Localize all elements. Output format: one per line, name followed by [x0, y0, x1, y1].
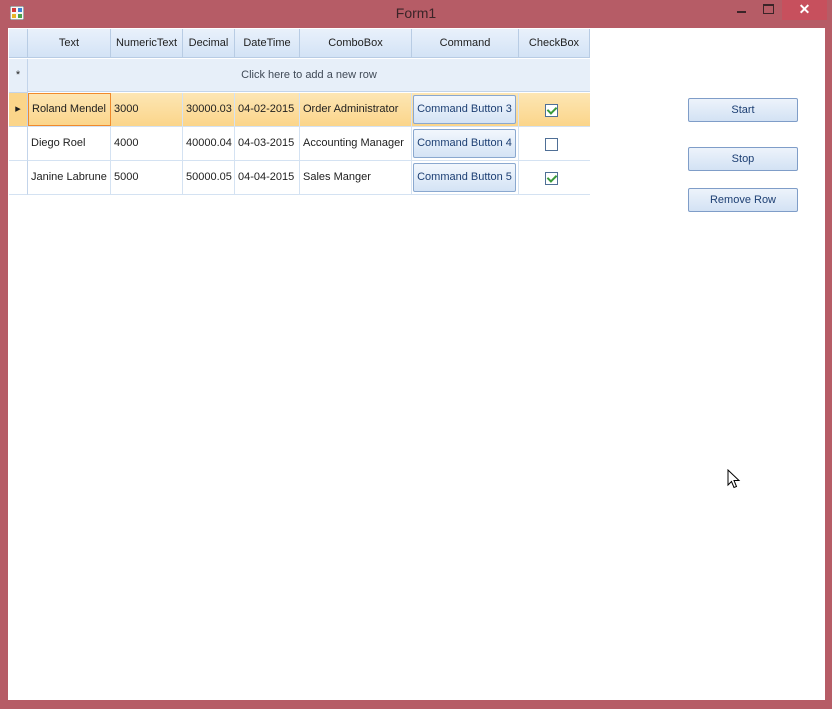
mouse-pointer-icon	[727, 469, 741, 489]
cell-numeric[interactable]: 5000	[111, 161, 183, 194]
column-header-checkbox[interactable]: CheckBox	[519, 29, 590, 58]
data-grid[interactable]: Text NumericText Decimal DateTime ComboB…	[9, 29, 590, 195]
close-button[interactable]: ✕	[782, 0, 827, 20]
cell-datetime[interactable]: 04-04-2015	[235, 161, 300, 194]
table-row[interactable]: Roland Mendel 3000 30000.03 04-02-2015 O…	[28, 93, 590, 127]
command-button[interactable]: Command Button 4	[413, 129, 516, 158]
close-icon: ✕	[798, 1, 811, 17]
current-row-indicator[interactable]: ▸	[9, 93, 28, 127]
cell-text[interactable]: Janine Labrune	[28, 161, 111, 194]
column-header-datetime[interactable]: DateTime	[235, 29, 300, 58]
cell-checkbox	[519, 127, 590, 160]
row-checkbox[interactable]	[545, 172, 558, 185]
column-header-command[interactable]: Command	[412, 29, 519, 58]
add-new-row[interactable]: Click here to add a new row	[28, 59, 590, 92]
cell-numeric[interactable]: 3000	[111, 93, 183, 126]
new-row-marker: *	[9, 59, 28, 93]
table-row[interactable]: Diego Roel 4000 40000.04 04-03-2015 Acco…	[28, 127, 590, 161]
cell-combobox[interactable]: Order Administrator	[300, 93, 412, 126]
cell-datetime[interactable]: 04-02-2015	[235, 93, 300, 126]
remove-row-button[interactable]: Remove Row	[688, 188, 798, 212]
cell-decimal[interactable]: 50000.05	[183, 161, 235, 194]
cell-decimal[interactable]: 30000.03	[183, 93, 235, 126]
cell-numeric[interactable]: 4000	[111, 127, 183, 160]
cell-command: Command Button 4	[412, 127, 519, 160]
table-row[interactable]: Janine Labrune 5000 50000.05 04-04-2015 …	[28, 161, 590, 195]
row-header[interactable]	[9, 161, 28, 195]
command-button[interactable]: Command Button 3	[413, 95, 516, 124]
row-checkbox[interactable]	[545, 138, 558, 151]
cell-combobox[interactable]: Sales Manger	[300, 161, 412, 194]
cell-command: Command Button 3	[412, 93, 519, 126]
cell-text[interactable]: Roland Mendel	[28, 93, 111, 126]
stop-button[interactable]: Stop	[688, 147, 798, 171]
row-header[interactable]	[9, 127, 28, 161]
row-checkbox[interactable]	[545, 104, 558, 117]
column-header-text[interactable]: Text	[28, 29, 111, 58]
cell-combobox[interactable]: Accounting Manager	[300, 127, 412, 160]
form-client-area: Text NumericText Decimal DateTime ComboB…	[8, 28, 825, 700]
cell-datetime[interactable]: 04-03-2015	[235, 127, 300, 160]
cell-checkbox	[519, 161, 590, 194]
cell-text[interactable]: Diego Roel	[28, 127, 111, 160]
column-header-numerictext[interactable]: NumericText	[111, 29, 183, 58]
minimize-button[interactable]	[728, 0, 754, 20]
cell-command: Command Button 5	[412, 161, 519, 194]
grid-corner-header	[9, 29, 28, 58]
column-header-decimal[interactable]: Decimal	[183, 29, 235, 58]
cell-checkbox	[519, 93, 590, 126]
column-header-combobox[interactable]: ComboBox	[300, 29, 412, 58]
cell-decimal[interactable]: 40000.04	[183, 127, 235, 160]
window-title: Form1	[395, 5, 437, 21]
title-bar[interactable]: Form1 ✕	[0, 0, 832, 28]
form-window: Form1 ✕ Text NumericText Decimal DateTim…	[0, 0, 832, 709]
command-button[interactable]: Command Button 5	[413, 163, 516, 192]
start-button[interactable]: Start	[688, 98, 798, 122]
maximize-button[interactable]	[755, 0, 781, 20]
